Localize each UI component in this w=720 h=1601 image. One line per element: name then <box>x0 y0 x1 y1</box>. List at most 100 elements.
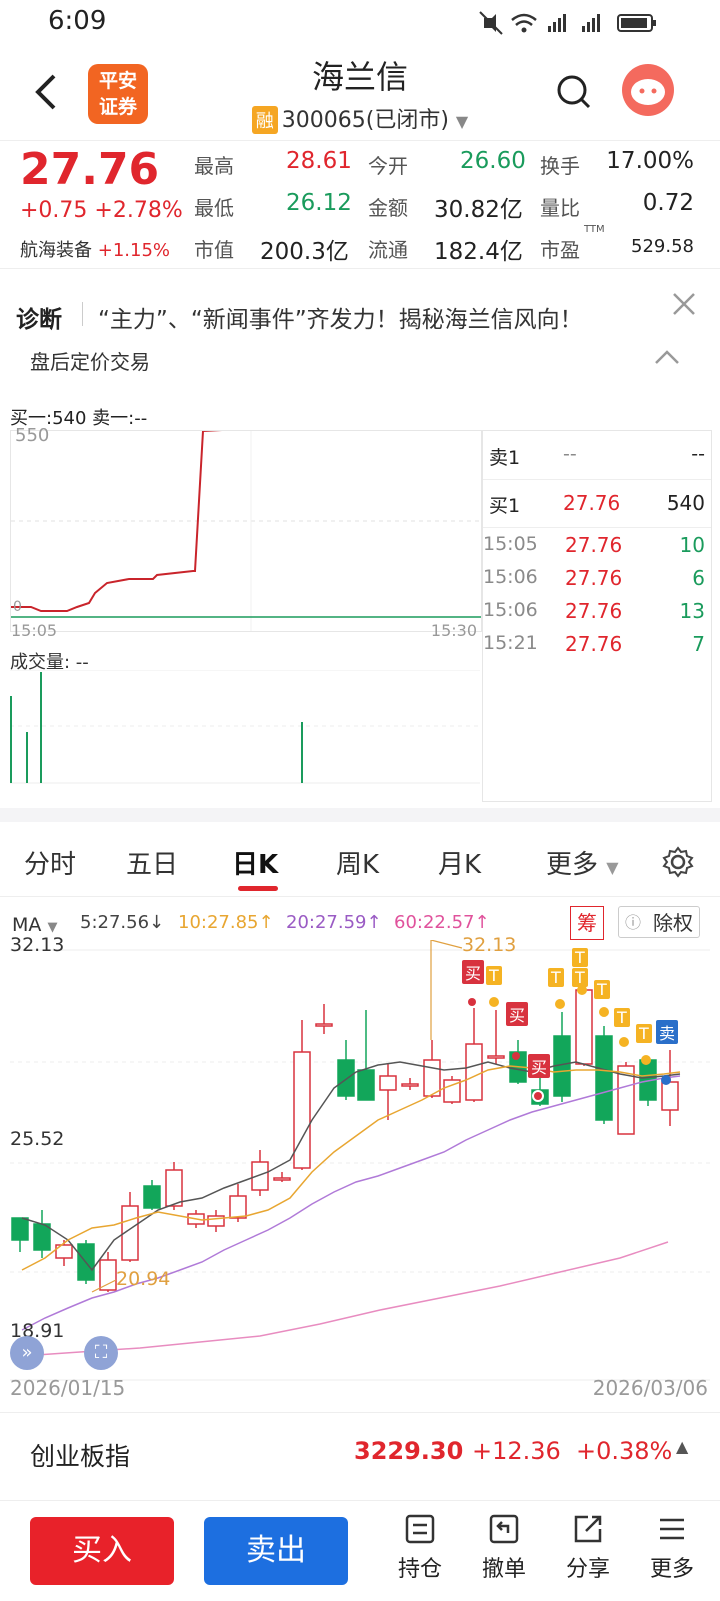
after-hours-volume <box>10 670 480 784</box>
index-value: 3229.30 <box>354 1437 464 1465</box>
diagnosis-text: “主力”、“新闻事件”齐发力！揭秘海兰信风向！ <box>98 307 583 333</box>
index-pct: +0.38% <box>576 1437 673 1465</box>
chart-bottom-label: 0 <box>13 599 22 615</box>
ma10-value: 10:27.85↑ <box>178 912 274 933</box>
settings-gear-icon[interactable] <box>662 846 694 878</box>
tab-weekly-k[interactable]: 周K <box>336 844 379 881</box>
buy1-row: 买1 27.76 540 <box>483 479 711 528</box>
sell-button[interactable]: 卖出 <box>204 1517 348 1585</box>
info-icon: ⓘ <box>625 913 642 932</box>
high-value: 28.61 <box>286 148 352 174</box>
float-label: 流通 <box>368 238 408 262</box>
low-label: 最低 <box>194 196 234 220</box>
tab-daily-k[interactable]: 日K <box>232 844 278 881</box>
chevron-up-icon[interactable]: ▲ <box>676 1437 688 1456</box>
sector[interactable]: 航海装备 +1.15% <box>20 236 170 262</box>
divider <box>82 302 83 326</box>
volume-ratio-value: 0.72 <box>642 190 694 216</box>
low-value: 26.12 <box>286 190 352 216</box>
ma20-value: 20:27.59↑ <box>286 912 382 933</box>
share-button[interactable]: 分享 <box>558 1513 618 1583</box>
turnover-value: 17.00% <box>606 148 694 174</box>
last-price: 27.76 <box>20 144 160 195</box>
pe-value: 529.58 <box>631 236 694 257</box>
signal-icon <box>548 14 566 32</box>
ex-rights-button[interactable]: ⓘ 除权 <box>618 906 700 938</box>
chevron-up-icon[interactable] <box>654 348 680 366</box>
index-change: +12.36 <box>472 1437 561 1465</box>
chip-distribution-button[interactable]: 筹 <box>570 906 604 940</box>
amount-value: 30.82亿 <box>434 197 523 223</box>
cancel-order-button[interactable]: 撤单 <box>474 1513 534 1583</box>
holdings-icon <box>405 1514 435 1544</box>
index-name: 创业板指 <box>30 1442 131 1471</box>
margin-badge: 融 <box>251 106 278 134</box>
stock-name: 海兰信 <box>311 58 408 96</box>
trade-row: 15:21 27.76 7 <box>483 632 705 656</box>
more-button[interactable]: 更多 <box>642 1513 702 1583</box>
high-label: 最高 <box>194 154 234 178</box>
time-end-label: 15:30 <box>430 621 477 640</box>
chart-tabs: 分时 五日 日K 周K 月K 更多 ▼ <box>0 826 720 897</box>
mcap-value: 200.3亿 <box>260 239 349 265</box>
buy1-qty: 540 <box>666 491 705 515</box>
fullscreen-icon[interactable]: ⛶ <box>84 1336 118 1370</box>
cancel-order-label: 撤单 <box>481 1557 526 1582</box>
tab-five-day[interactable]: 五日 <box>126 844 178 881</box>
more-label: 更多 <box>649 1557 694 1582</box>
battery-icon <box>617 14 656 32</box>
float-value: 182.4亿 <box>434 239 523 265</box>
volume-ratio-label: 量比 <box>540 196 580 220</box>
date-start: 2026/01/15 <box>10 1376 126 1400</box>
time-start-label: 15:05 <box>11 621 58 640</box>
pe-label: 市盈 <box>540 238 580 262</box>
search-icon[interactable] <box>556 74 592 110</box>
order-book: 卖1 -- -- 买1 27.76 540 15:05 27.76 10 15:06… <box>482 430 712 802</box>
index-bar[interactable]: 创业板指 3229.30 +12.36 +0.38% ▲ <box>0 1412 720 1491</box>
ma60-value: 60:22.57↑ <box>394 912 490 933</box>
tab-more[interactable]: 更多 ▼ <box>546 844 619 881</box>
diagnosis-label: 诊断 <box>16 307 62 333</box>
tab-monthly-k[interactable]: 月K <box>438 844 481 881</box>
open-value: 26.60 <box>460 148 526 174</box>
tab-intraday[interactable]: 分时 <box>24 844 76 881</box>
trade-row: 15:06 27.76 6 <box>483 566 705 590</box>
signal-icon-2 <box>582 14 600 32</box>
chevron-down-icon: ▼ <box>606 858 619 877</box>
nav-bar: 平安 证券 海兰信 融 300065(已闭市) ▼ <box>0 44 720 141</box>
sell1-price: -- <box>563 443 577 465</box>
ma-selector[interactable]: MA ▼ <box>12 914 57 936</box>
status-bar: 6:09 <box>0 0 720 44</box>
buy-button[interactable]: 买入 <box>30 1517 174 1585</box>
trade-row: 15:05 27.76 10 <box>483 533 705 557</box>
buy1-price: 27.76 <box>563 491 621 515</box>
holdings-label: 持仓 <box>397 1557 442 1582</box>
holdings-button[interactable]: 持仓 <box>390 1513 450 1583</box>
open-label: 今开 <box>368 154 408 178</box>
assistant-avatar-icon[interactable] <box>622 64 674 116</box>
chart-top-label: 550 <box>15 425 50 446</box>
after-hours-chart: 550 0 15:05 15:30 <box>10 425 482 640</box>
menu-icon <box>660 1518 684 1540</box>
sell1-row: 卖1 -- -- <box>483 431 711 480</box>
buy1-label: 买1 <box>489 495 521 517</box>
stock-code-row[interactable]: 融 300065(已闭市) ▼ <box>0 102 720 134</box>
price-change: +0.75 +2.78% <box>20 198 183 223</box>
trade-row: 15:06 27.76 13 <box>483 599 705 623</box>
wifi-icon <box>511 13 537 33</box>
expand-icon[interactable]: » <box>10 1336 44 1370</box>
market-status: (已闭市) <box>365 108 449 133</box>
ma5-value: 5:27.56↓ <box>80 912 165 933</box>
diagnosis-banner[interactable]: 诊断 “主力”、“新闻事件”齐发力！揭秘海兰信风向！ 盘后定价交易 <box>0 276 720 386</box>
sell1-label: 卖1 <box>489 447 521 469</box>
after-hours-title: 盘后定价交易 <box>30 350 150 374</box>
bottom-bar: 买入 卖出 持仓 撤单 分享 更多 <box>0 1500 720 1601</box>
after-hours-line <box>11 426 481 631</box>
stock-code: 300065 <box>281 108 366 133</box>
section-divider <box>0 808 720 822</box>
close-icon[interactable] <box>672 292 696 316</box>
kline-chart[interactable]: 32.13 25.52 18.91 32.13 20.94 买 T 买 买 T … <box>0 934 720 1410</box>
share-icon <box>574 1515 602 1543</box>
chevron-down-icon: ▼ <box>455 112 469 131</box>
undo-icon <box>489 1514 519 1544</box>
